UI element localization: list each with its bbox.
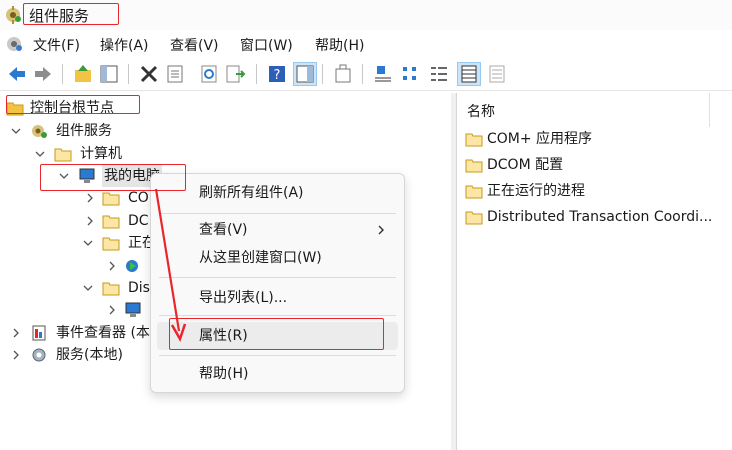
chevron-right-icon[interactable] xyxy=(84,215,96,227)
component-services-icon xyxy=(32,125,47,138)
tree-label-distributed: Dis xyxy=(128,280,150,296)
delete-icon[interactable] xyxy=(138,63,160,85)
menu-action[interactable]: 操作(A) xyxy=(100,35,149,55)
detail-view-icon[interactable] xyxy=(457,62,481,86)
context-menu-label: 帮助(H) xyxy=(199,366,249,382)
context-menu-label: 查看(V) xyxy=(199,222,248,238)
chevron-right-icon[interactable] xyxy=(106,260,118,272)
context-menu-new-window[interactable]: 从这里创建窗口(W) xyxy=(157,244,398,272)
tree-item-event-viewer[interactable]: 事件查看器 (本 xyxy=(10,322,155,344)
back-icon[interactable] xyxy=(6,63,28,85)
column-separator[interactable] xyxy=(709,93,710,127)
context-menu-separator xyxy=(159,355,396,356)
svg-text:?: ? xyxy=(274,68,281,83)
menu-file[interactable]: 文件(F) xyxy=(33,35,80,55)
chevron-down-icon[interactable] xyxy=(34,148,46,160)
folder-icon xyxy=(102,282,120,296)
folder-icon xyxy=(54,148,72,162)
list-item-label: COM+ 应用程序 xyxy=(487,131,593,147)
toolbar-separator xyxy=(322,64,323,84)
folder-icon xyxy=(465,185,483,199)
folder-icon xyxy=(102,215,120,229)
context-menu-label: 导出列表(L)... xyxy=(199,290,288,306)
tree-item-running[interactable]: 正在 xyxy=(82,232,156,254)
gear-icon xyxy=(32,348,46,362)
component-services-icon xyxy=(6,6,21,24)
menu-window[interactable]: 窗口(W) xyxy=(240,35,293,55)
menu-view[interactable]: 查看(V) xyxy=(170,35,219,55)
toolbar-separator xyxy=(256,64,257,84)
up-folder-icon[interactable] xyxy=(72,63,94,85)
list-item-label: DCOM 配置 xyxy=(487,157,564,173)
folder-icon xyxy=(102,237,120,251)
refresh-icon[interactable] xyxy=(198,63,220,85)
menu-bar: 文件(F) 操作(A) 查看(V) 窗口(W) 帮助(H) xyxy=(0,30,732,58)
tree-item-distributed[interactable]: Dis xyxy=(82,277,152,299)
tree-item-running-child[interactable] xyxy=(106,255,150,277)
chevron-right-icon[interactable] xyxy=(10,327,22,339)
menu-help[interactable]: 帮助(H) xyxy=(315,35,364,55)
tree-item-services-local[interactable]: 服务(本地) xyxy=(10,344,155,366)
status-view-icon[interactable] xyxy=(486,63,508,85)
list-view-icon[interactable] xyxy=(428,63,450,85)
chevron-right-icon[interactable] xyxy=(106,304,118,316)
annotation-box-properties xyxy=(169,318,384,350)
event-viewer-icon xyxy=(32,325,46,341)
small-icons-view-icon[interactable] xyxy=(400,63,422,85)
toolbar-separator xyxy=(62,64,63,84)
folder-icon xyxy=(102,192,120,206)
context-menu-view[interactable]: 查看(V) xyxy=(157,216,398,244)
properties-icon[interactable] xyxy=(164,63,186,85)
tree-item-component-services[interactable]: 组件服务 xyxy=(10,120,170,142)
chevron-down-icon[interactable] xyxy=(82,282,94,294)
tree-label-event-viewer: 事件查看器 (本 xyxy=(56,325,150,341)
chevron-right-icon xyxy=(378,225,384,235)
context-menu-help[interactable]: 帮助(H) xyxy=(157,360,398,388)
running-process-icon xyxy=(126,260,138,272)
show-hide-tree-icon[interactable] xyxy=(98,63,120,85)
context-menu-export-list[interactable]: 导出列表(L)... xyxy=(157,284,398,312)
chevron-down-icon[interactable] xyxy=(82,237,94,249)
tree-label-dcom: DC xyxy=(128,213,149,229)
list-item-label: 正在运行的进程 xyxy=(487,183,585,199)
list-item-label: Distributed Transaction Coordi... xyxy=(487,209,713,225)
column-header-name[interactable]: 名称 xyxy=(467,101,495,121)
annotation-box-title xyxy=(23,3,119,25)
toolbar-separator xyxy=(128,64,129,84)
tree-item-dcom[interactable]: DC xyxy=(84,210,154,232)
show-hide-action-pane-icon[interactable] xyxy=(293,62,317,86)
context-menu-label: 从这里创建窗口(W) xyxy=(199,250,322,266)
results-pane: 名称 COM+ 应用程序 DCOM 配置 正在运行的进程 Distributed… xyxy=(456,93,732,450)
new-window-icon[interactable] xyxy=(332,63,354,85)
tree-item-computers[interactable]: 计算机 xyxy=(34,143,184,165)
computer-icon xyxy=(125,302,141,317)
toolbar-separator xyxy=(362,64,363,84)
annotation-arrow xyxy=(154,188,187,343)
mmc-app-icon xyxy=(7,37,22,51)
tree-label-component-services: 组件服务 xyxy=(56,123,112,139)
folder-icon xyxy=(465,159,483,173)
tree-label-services-local: 服务(本地) xyxy=(56,347,123,363)
chevron-right-icon[interactable] xyxy=(84,192,96,204)
folder-icon xyxy=(465,133,483,147)
context-menu-separator xyxy=(159,315,396,316)
context-menu-separator xyxy=(159,277,396,278)
export-list-icon[interactable] xyxy=(224,63,246,85)
forward-icon[interactable] xyxy=(32,63,54,85)
context-menu-refresh-all[interactable]: 刷新所有组件(A) xyxy=(157,179,398,207)
toolbar: ? xyxy=(0,58,732,91)
folder-icon xyxy=(465,211,483,225)
chevron-right-icon[interactable] xyxy=(10,349,22,361)
help-icon[interactable]: ? xyxy=(266,63,288,85)
tree-label-computers: 计算机 xyxy=(80,146,122,162)
chevron-down-icon[interactable] xyxy=(10,125,22,137)
annotation-box-root xyxy=(6,95,140,114)
tree-item-distributed-child[interactable] xyxy=(106,299,150,321)
large-icons-view-icon[interactable] xyxy=(372,63,394,85)
context-menu-separator xyxy=(159,213,396,214)
context-menu-label: 刷新所有组件(A) xyxy=(199,185,304,201)
